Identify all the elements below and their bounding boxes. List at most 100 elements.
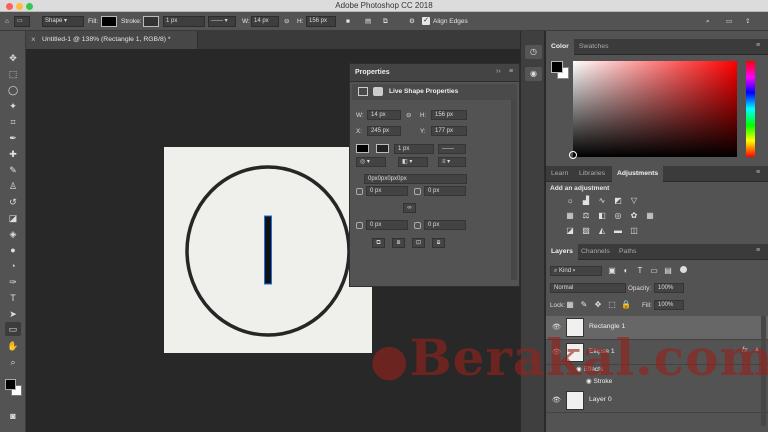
quick-mask-icon[interactable]: ◙ xyxy=(5,409,21,423)
props-fill-swatch[interactable] xyxy=(356,144,369,153)
filter-toggle-icon[interactable] xyxy=(680,266,687,273)
tab-color[interactable]: Color xyxy=(546,39,574,55)
layers-menu-icon[interactable]: ≡ xyxy=(756,247,760,254)
panel-menu-icon[interactable]: ≡ xyxy=(509,68,513,75)
color-picker-cursor[interactable] xyxy=(569,151,577,159)
lock-artboard-icon[interactable]: ⬚ xyxy=(606,300,618,310)
fill-field[interactable]: 100% xyxy=(654,300,684,310)
eraser-tool-icon[interactable]: ◪ xyxy=(5,211,21,225)
black-white-icon[interactable]: ◧ xyxy=(596,211,608,221)
hand-tool-icon[interactable]: ✋ xyxy=(5,339,21,353)
tab-paths[interactable]: Paths xyxy=(614,244,641,260)
invert-icon[interactable]: ◪ xyxy=(564,226,576,236)
height-field[interactable]: 156 px xyxy=(306,16,336,27)
blend-mode-select[interactable]: Normal xyxy=(550,283,626,293)
color-lookup-icon[interactable]: ▦ xyxy=(644,211,656,221)
path-alignment-icon[interactable]: ▤ xyxy=(365,15,371,28)
filter-adjustment-icon[interactable]: ◐ xyxy=(620,266,632,276)
brightness-contrast-icon[interactable]: ☼ xyxy=(564,196,576,206)
layer-filter-select[interactable]: ⌕ Kind ▾ xyxy=(550,266,602,276)
color-panel-menu-icon[interactable]: ≡ xyxy=(756,42,760,49)
layer-row-layer-0[interactable]: 👁 Layer 0 xyxy=(546,389,768,413)
width-field[interactable]: 14 px xyxy=(251,16,279,27)
paint-bucket-tool-icon[interactable]: ◈ xyxy=(5,227,21,241)
color-fg-swatch[interactable] xyxy=(551,61,563,73)
exposure-icon[interactable]: ◩ xyxy=(612,196,624,206)
path-selection-tool-icon[interactable]: ➤ xyxy=(5,307,21,321)
lasso-tool-icon[interactable]: ◯ xyxy=(5,83,21,97)
props-x-field[interactable]: 245 px xyxy=(367,126,401,136)
share-icon[interactable]: ⇪ xyxy=(745,15,750,28)
selective-color-icon[interactable]: ◫ xyxy=(628,226,640,236)
clone-stamp-tool-icon[interactable]: ♙ xyxy=(5,179,21,193)
search-icon[interactable]: ⌕ xyxy=(706,15,710,28)
corner-tr-field[interactable]: 0 px xyxy=(424,186,466,196)
tab-channels[interactable]: Channels xyxy=(576,244,615,260)
path-exclude-icon[interactable]: ⧇ xyxy=(432,238,445,248)
path-intersect-icon[interactable]: ⊡ xyxy=(412,238,425,248)
props-stroke-swatch[interactable] xyxy=(376,144,389,153)
workspace-icon[interactable]: ▭ xyxy=(726,15,732,28)
crop-tool-icon[interactable]: ⌗ xyxy=(5,115,21,129)
dodge-tool-icon[interactable]: ◔ xyxy=(5,259,21,273)
levels-icon[interactable]: ▟ xyxy=(580,196,592,206)
collapse-icon[interactable]: ›› xyxy=(496,68,501,75)
marquee-tool-icon[interactable]: ⬚ xyxy=(5,67,21,81)
stroke-swatch[interactable] xyxy=(143,16,159,27)
threshold-icon[interactable]: ◭ xyxy=(596,226,608,236)
lock-position-icon[interactable]: ✥ xyxy=(592,300,604,310)
magic-wand-tool-icon[interactable]: ✦ xyxy=(5,99,21,113)
tab-layers[interactable]: Layers xyxy=(546,244,578,260)
shape-mode-select[interactable]: Shape ▾ xyxy=(42,16,84,27)
document-tab[interactable]: × Untitled-1 @ 138% (Rectangle 1, RGB/8)… xyxy=(26,31,198,49)
stroke-width-field[interactable]: 1 px xyxy=(163,16,205,27)
adjustments-menu-icon[interactable]: ≡ xyxy=(756,169,760,176)
tab-swatches[interactable]: Swatches xyxy=(574,39,613,55)
props-corner-radius-all[interactable]: 0px0px0px0px xyxy=(364,174,467,184)
channel-mixer-icon[interactable]: ✿ xyxy=(628,211,640,221)
link-icon[interactable]: ⊖ xyxy=(284,15,289,28)
path-arrangement-icon[interactable]: ⧉ xyxy=(383,15,388,28)
opacity-field[interactable]: 100% xyxy=(654,283,684,293)
close-tab-icon[interactable]: × xyxy=(31,31,36,49)
zoom-tool-icon[interactable]: ⌕ xyxy=(5,355,21,369)
props-y-field[interactable]: 177 px xyxy=(431,126,467,136)
props-height-field[interactable]: 156 px xyxy=(431,110,467,120)
props-stroke-corners-select[interactable]: ≡ ▾ xyxy=(438,157,466,167)
photo-filter-icon[interactable]: ◎ xyxy=(612,211,624,221)
filter-shape-icon[interactable]: ▭ xyxy=(648,266,660,276)
tab-learn[interactable]: Learn xyxy=(546,166,573,182)
home-icon[interactable]: ⌂ xyxy=(5,15,9,28)
tab-adjustments[interactable]: Adjustments xyxy=(612,166,664,182)
fill-swatch[interactable] xyxy=(101,16,117,27)
path-combine-icon[interactable]: ⧉ xyxy=(372,238,385,248)
brush-tool-icon[interactable]: ✎ xyxy=(5,163,21,177)
blur-tool-icon[interactable]: ● xyxy=(5,243,21,257)
posterize-icon[interactable]: ▨ xyxy=(580,226,592,236)
lock-transparent-icon[interactable]: ▦ xyxy=(564,300,576,310)
hue-slider[interactable] xyxy=(746,61,755,157)
filter-type-icon[interactable]: T xyxy=(634,266,646,276)
tab-libraries[interactable]: Libraries xyxy=(574,166,610,182)
move-tool-icon[interactable]: ✥ xyxy=(5,51,21,65)
type-tool-icon[interactable]: T xyxy=(5,291,21,305)
filter-pixel-icon[interactable]: ▣ xyxy=(606,266,618,276)
rectangle-1[interactable] xyxy=(264,215,272,285)
eyedropper-tool-icon[interactable]: ✒ xyxy=(5,131,21,145)
color-balance-icon[interactable]: ⚖ xyxy=(580,211,592,221)
stroke-type-select[interactable]: —— ▾ xyxy=(208,16,236,27)
lock-all-icon[interactable]: 🔒 xyxy=(620,300,632,310)
tool-preset-picker[interactable]: ▭ xyxy=(14,16,30,27)
shape-properties-icon[interactable] xyxy=(373,87,383,96)
props-stroke-type-select[interactable]: —— xyxy=(438,144,466,154)
libraries-panel-icon[interactable]: ◉ xyxy=(525,67,542,81)
props-stroke-width-field[interactable]: 1 px xyxy=(394,144,434,154)
settings-gear-icon[interactable]: ⚙ xyxy=(409,15,415,28)
rectangle-tool-icon[interactable]: ▭ xyxy=(5,322,21,336)
history-panel-icon[interactable]: ◷ xyxy=(525,45,542,59)
properties-scrollbar[interactable] xyxy=(511,100,517,280)
foreground-color-swatch[interactable] xyxy=(5,379,16,390)
ellipse-shape[interactable] xyxy=(184,164,352,338)
vibrance-icon[interactable]: ▽ xyxy=(628,196,640,206)
path-subtract-icon[interactable]: ⧈ xyxy=(392,238,405,248)
